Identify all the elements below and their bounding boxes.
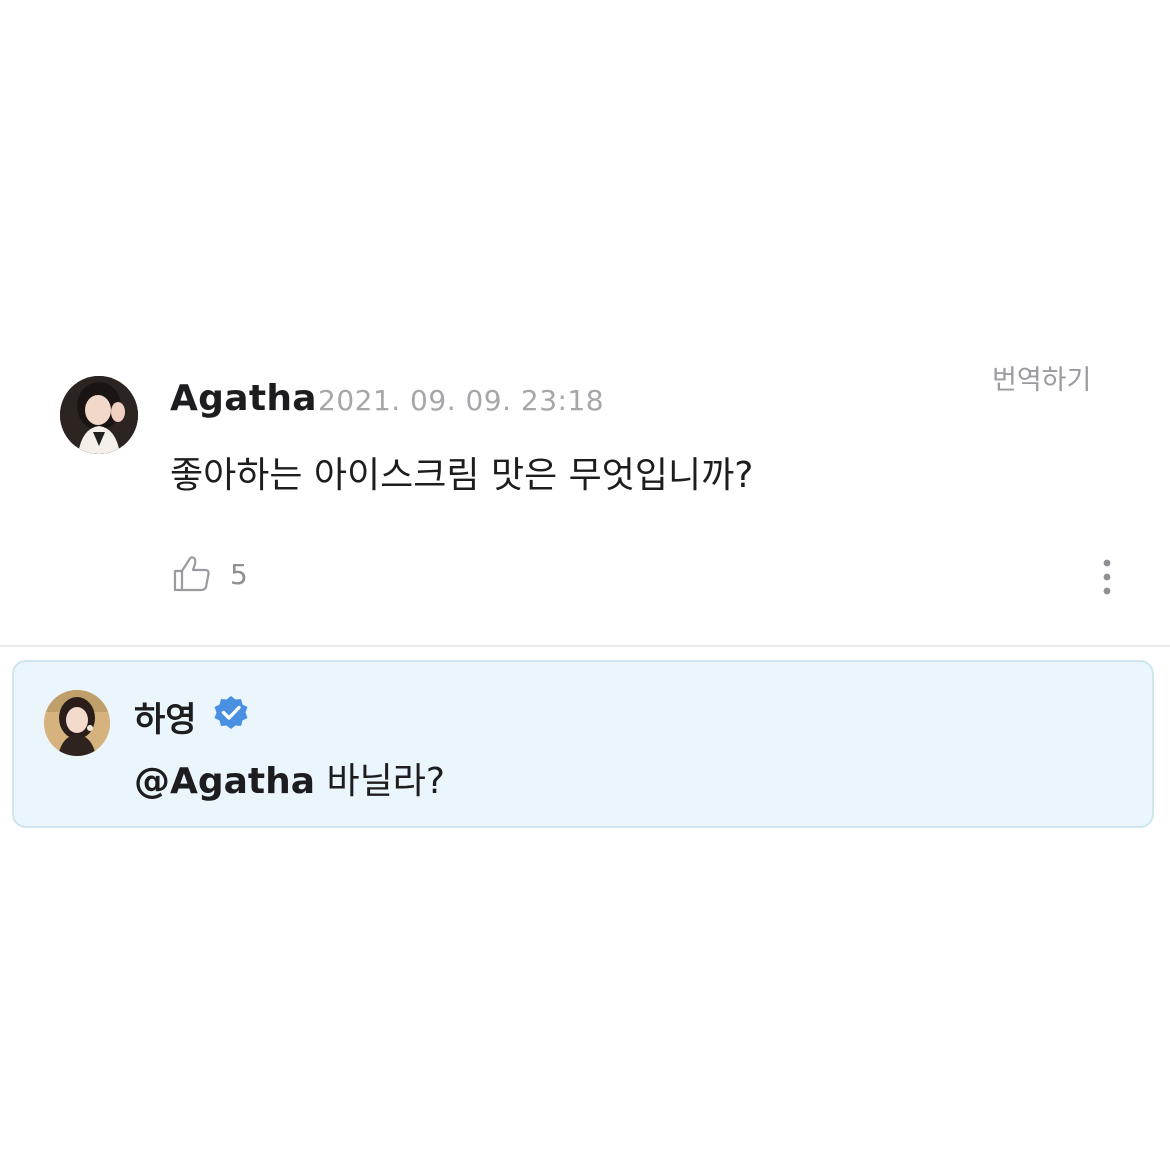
thumbs-up-icon: [173, 556, 210, 592]
more-options-button[interactable]: [1094, 556, 1120, 598]
comment-divider: [0, 645, 1170, 647]
reply-avatar[interactable]: [44, 690, 110, 756]
commenter-avatar-image: [60, 376, 138, 454]
reply-mention[interactable]: @Agatha: [134, 761, 315, 802]
comment-author[interactable]: Agatha: [170, 378, 317, 419]
comment-card: Agatha 2021. 09. 09. 23:18 번역하기 좋아하는 아이스…: [0, 0, 1170, 645]
reply-author[interactable]: 하영: [134, 692, 197, 741]
commenter-avatar[interactable]: [60, 376, 138, 454]
reply-avatar-image: [44, 690, 110, 756]
comment-body: 좋아하는 아이스크림 맛은 무엇입니까?: [170, 455, 754, 496]
reply-card: 하영 @Agatha 바닐라?: [12, 660, 1154, 828]
like-button[interactable]: [170, 552, 214, 596]
translate-button[interactable]: 번역하기: [992, 358, 1091, 397]
reply-text: 바닐라?: [326, 761, 445, 802]
verified-badge-icon: [214, 696, 248, 729]
more-vertical-icon: [1103, 559, 1111, 595]
like-count: 5: [230, 558, 248, 591]
comment-timestamp: 2021. 09. 09. 23:18: [318, 384, 605, 417]
reply-body: @Agatha 바닐라?: [134, 752, 445, 804]
